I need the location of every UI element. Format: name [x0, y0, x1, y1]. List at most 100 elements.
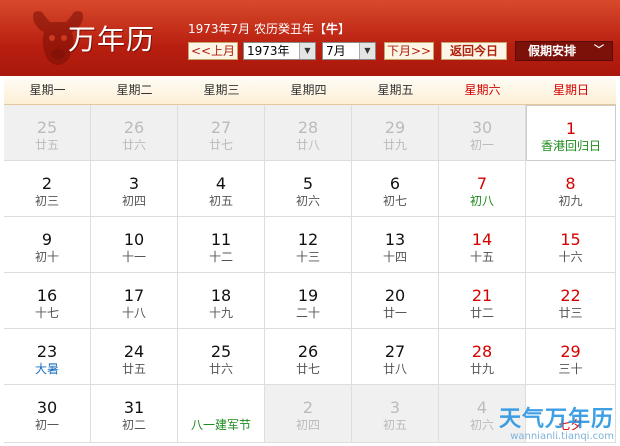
day-cell[interactable]: 1 香港回归日 — [526, 105, 616, 161]
dropdown-arrow-icon[interactable]: ▼ — [359, 43, 375, 59]
lunar-date: 三十 — [558, 362, 583, 376]
day-number: 27 — [384, 342, 406, 361]
day-number: 7 — [476, 174, 488, 193]
day-cell[interactable]: 8 初九 — [526, 161, 616, 217]
day-cell[interactable]: 2 初四 — [265, 385, 352, 443]
day-number: 27 — [210, 118, 232, 137]
lunar-date: 初九 — [558, 194, 583, 208]
dropdown-arrow-icon[interactable]: ▼ — [299, 43, 315, 59]
day-number: 3 — [389, 398, 401, 417]
day-cell[interactable]: 26 廿七 — [265, 329, 352, 385]
day-cell[interactable]: 八一建军节 — [178, 385, 265, 443]
lunar-date: 初一 — [469, 138, 494, 152]
day-cell[interactable]: 3 初四 — [91, 161, 178, 217]
day-number: 9 — [41, 230, 53, 249]
day-number: 24 — [123, 342, 145, 361]
back-to-today-button[interactable]: 返回今日 — [441, 42, 507, 60]
day-number: 11 — [210, 230, 232, 249]
lunar-date: 廿九 — [469, 362, 494, 376]
day-cell[interactable]: 28 廿九 — [439, 329, 526, 385]
lunar-date: 廿二 — [469, 306, 494, 320]
day-cell[interactable]: 10 十一 — [91, 217, 178, 273]
holiday-schedule-dropdown[interactable]: 假期安排 ﹀ — [515, 41, 613, 61]
day-cell[interactable]: 13 十四 — [352, 217, 439, 273]
day-cell[interactable]: 17 十八 — [91, 273, 178, 329]
lunar-date: 廿五 — [34, 138, 59, 152]
day-cell[interactable]: 25 廿六 — [178, 329, 265, 385]
day-cell[interactable]: 21 廿二 — [439, 273, 526, 329]
day-cell[interactable]: 2 初三 — [4, 161, 91, 217]
day-number: 30 — [471, 118, 493, 137]
day-cell[interactable]: 12 十三 — [265, 217, 352, 273]
day-number: 25 — [36, 118, 58, 137]
lunar-date: 廿七 — [208, 138, 233, 152]
day-cell[interactable]: 30 初一 — [439, 105, 526, 161]
month-select-value: 7月 — [326, 44, 346, 58]
day-number: 28 — [471, 342, 493, 361]
day-cell[interactable]: 16 十七 — [4, 273, 91, 329]
day-cell[interactable]: 31 初二 — [91, 385, 178, 443]
day-number: 26 — [123, 118, 145, 137]
lunar-date: 十四 — [382, 250, 407, 264]
day-cell[interactable]: 30 初一 — [4, 385, 91, 443]
month-select[interactable]: 7月 ▼ — [322, 42, 376, 60]
lunar-date: 廿五 — [121, 362, 146, 376]
lunar-date: 廿三 — [558, 306, 583, 320]
day-number: 15 — [560, 230, 581, 249]
day-cell[interactable]: 9 初十 — [4, 217, 91, 273]
day-number: 13 — [384, 230, 406, 249]
day-cell[interactable]: 24 廿五 — [91, 329, 178, 385]
day-cell[interactable]: 5 初六 — [265, 161, 352, 217]
weekday-label: 星期三 — [203, 83, 240, 97]
day-cell[interactable]: 20 廿一 — [352, 273, 439, 329]
day-cell[interactable]: 7 初八 — [439, 161, 526, 217]
weekday-label: 星期日 — [552, 83, 589, 97]
day-cell[interactable]: 23 大暑 — [4, 329, 91, 385]
year-select-value: 1973年 — [247, 44, 290, 58]
day-cell[interactable]: 25 廿五 — [4, 105, 91, 161]
day-number: 28 — [297, 118, 319, 137]
lunar-date: 廿六 — [121, 138, 146, 152]
day-number: 18 — [210, 286, 232, 305]
day-number: 8 — [565, 174, 576, 193]
lunar-date: 廿九 — [382, 138, 407, 152]
day-number: 5 — [302, 174, 314, 193]
day-cell[interactable]: 27 廿七 — [178, 105, 265, 161]
day-number: 19 — [297, 286, 319, 305]
day-cell[interactable]: 15 十六 — [526, 217, 616, 273]
weekday-label: 星期二 — [116, 83, 153, 97]
day-cell[interactable]: 3 初五 — [352, 385, 439, 443]
day-cell[interactable]: 22 廿三 — [526, 273, 616, 329]
lunar-date: 十九 — [208, 306, 233, 320]
weekday-label: 星期六 — [464, 83, 501, 97]
day-number: 23 — [36, 342, 58, 361]
lunar-info-prefix: 1973年7月 农历癸丑年【 — [188, 22, 326, 36]
weekday-label: 星期一 — [29, 83, 66, 97]
day-number: 31 — [123, 398, 145, 417]
day-cell[interactable]: 4 初五 — [178, 161, 265, 217]
lunar-date: 十八 — [121, 306, 146, 320]
weekday-label: 星期五 — [377, 83, 414, 97]
day-number: 21 — [471, 286, 493, 305]
calendar-grid: 25 廿五 26 廿六 27 廿七 28 廿八 29 廿九 30 初一 1 香港回归日 2 初三 3 初四 4 初五 5… — [4, 105, 616, 446]
watermark-title: 天气万年历 — [498, 407, 614, 432]
prev-month-button[interactable]: <<上月 — [188, 42, 238, 60]
day-cell[interactable]: 6 初七 — [352, 161, 439, 217]
day-cell[interactable]: 28 廿八 — [265, 105, 352, 161]
day-cell[interactable]: 27 廿八 — [352, 329, 439, 385]
header-bar: 万年历 1973年7月 农历癸丑年【牛】 <<上月 1973年 ▼ 7月 ▼ 下… — [0, 0, 620, 76]
day-cell[interactable]: 14 十五 — [439, 217, 526, 273]
day-cell[interactable]: 29 廿九 — [352, 105, 439, 161]
day-cell[interactable]: 29 三十 — [526, 329, 616, 385]
day-cell[interactable]: 26 廿六 — [91, 105, 178, 161]
day-cell[interactable]: 19 二十 — [265, 273, 352, 329]
lunar-date: 廿七 — [295, 362, 320, 376]
day-number: 20 — [384, 286, 406, 305]
day-cell[interactable]: 11 十二 — [178, 217, 265, 273]
day-cell[interactable]: 18 十九 — [178, 273, 265, 329]
next-month-button[interactable]: 下月>> — [384, 42, 434, 60]
day-number: 29 — [560, 342, 581, 361]
lunar-date: 初一 — [34, 418, 59, 432]
year-select[interactable]: 1973年 ▼ — [243, 42, 316, 60]
chevron-down-icon: ﹀ — [594, 45, 604, 56]
